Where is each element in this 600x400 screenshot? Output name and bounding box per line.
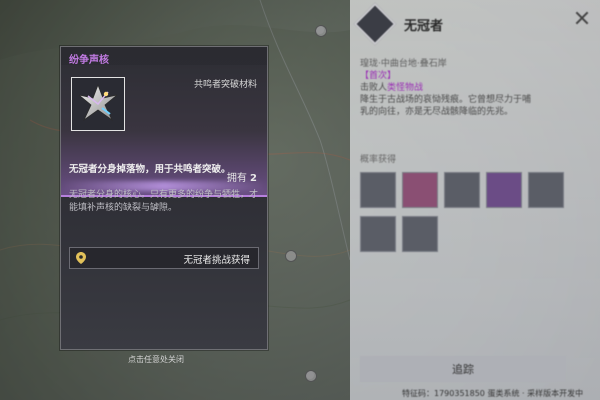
- obtain-source-row[interactable]: 无冠者挑战获得: [69, 247, 259, 269]
- item-category: 共鸣者突破材料: [193, 80, 257, 90]
- sound-core-icon: [78, 83, 118, 122]
- item-icon-frame: [71, 77, 125, 131]
- owned-count: 拥有 2: [227, 169, 257, 184]
- boss-emblem-icon: [353, 2, 397, 46]
- panel-title: 无冠者: [404, 18, 444, 34]
- drop-item-slot[interactable]: [360, 216, 396, 252]
- close-icon[interactable]: [574, 10, 590, 26]
- drop-item-slot[interactable]: [486, 172, 522, 208]
- drops-section-label: 概率获得: [360, 155, 397, 165]
- drop-item-slot[interactable]: [444, 172, 480, 208]
- desc-line-2: 降生于古战场的哀恸残痕。它曾想尽力于哺: [360, 95, 532, 105]
- drop-item-slot[interactable]: [402, 216, 438, 252]
- card-header: 纷争声核: [61, 47, 267, 66]
- boss-detail-panel: 无冠者 瑝珑·中曲台地·叠石岸 【首次】 击败人类怪物战 降生于古战场的哀恸残痕…: [350, 0, 600, 400]
- drop-item-slot[interactable]: [360, 172, 396, 208]
- desc-tag: 【首次】: [360, 71, 397, 81]
- panel-header: 无冠者: [353, 2, 594, 46]
- desc-line-1: 击败人类怪物战: [360, 82, 580, 94]
- drop-item-slot[interactable]: [402, 172, 438, 208]
- desc-line-1-a: 击败人: [360, 83, 388, 93]
- item-lore: 无冠者分身的核心。只有更多的纷争与牺牲，才能填补声核的缺裂与罅隙。: [69, 190, 259, 213]
- location-pin-icon: [76, 252, 86, 264]
- uid-footer: 特征码：1790351850 蛋类系统 · 采样版本开发中: [402, 389, 584, 398]
- track-button[interactable]: 追踪: [360, 356, 566, 382]
- boss-location: 瑝珑·中曲台地·叠石岸: [360, 59, 447, 69]
- item-usage: 无冠者分身掉落物，用于共鸣者突破。: [69, 164, 231, 175]
- drop-item-slot[interactable]: [528, 172, 564, 208]
- item-hero: 共鸣者突破材料 拥有 2: [61, 65, 267, 197]
- desc-line-3: 乳的向往，亦是无尽战骸降临的先兆。: [360, 107, 514, 117]
- owned-number: 2: [250, 173, 257, 184]
- desc-line-1-hl: 类怪物战: [387, 83, 424, 93]
- obtain-source-label: 无冠者挑战获得: [183, 255, 250, 266]
- item-tooltip-card: 纷争声核 共鸣者突破材料 拥有 2 无冠者分身掉落物，用于共鸣者突破。 无冠者分…: [60, 46, 268, 350]
- item-name: 纷争声核: [69, 55, 109, 66]
- boss-description: 【首次】 击败人类怪物战 降生于古战场的哀恸残痕。它曾想尽力于哺 乳的向往，亦是…: [360, 70, 580, 118]
- panel-content: 无冠者 瑝珑·中曲台地·叠石岸 【首次】 击败人类怪物战 降生于古战场的哀恸残痕…: [350, 0, 600, 400]
- dismiss-hint: 点击任意处关闭: [128, 355, 184, 364]
